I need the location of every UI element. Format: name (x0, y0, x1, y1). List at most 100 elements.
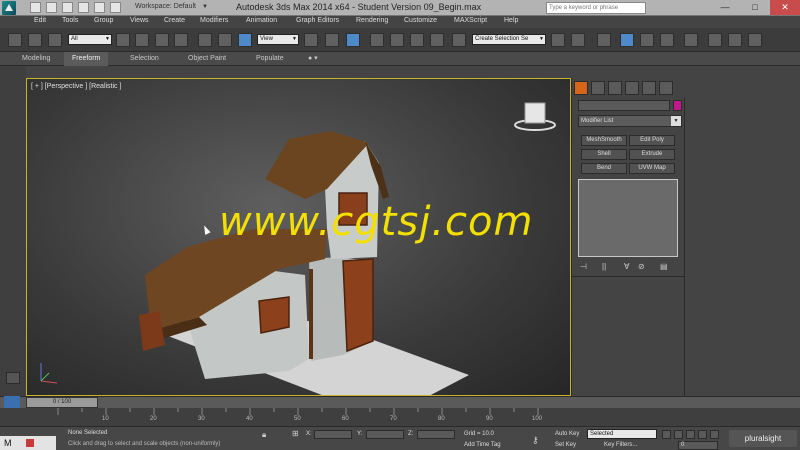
select-object-icon[interactable] (116, 33, 130, 47)
tab-freeform[interactable]: Freeform (64, 52, 109, 66)
rotate-icon[interactable] (218, 33, 232, 47)
y-coordinate-field[interactable] (366, 430, 404, 439)
create-tab-icon[interactable] (574, 81, 588, 95)
menu-maxscript[interactable]: MAXScript (454, 17, 487, 24)
edit-poly-button[interactable]: Edit Poly (629, 135, 675, 146)
current-frame-field[interactable]: 0 (678, 441, 718, 450)
go-to-end-icon[interactable] (710, 430, 719, 439)
redo-icon[interactable] (94, 2, 105, 13)
reference-coordinate-dropdown[interactable]: View ▼ (257, 34, 299, 45)
layer-manager-icon[interactable] (597, 33, 611, 47)
angle-snap-icon[interactable] (390, 33, 404, 47)
go-to-start-icon[interactable] (662, 430, 671, 439)
maximize-button[interactable]: □ (740, 0, 770, 15)
key-icon[interactable]: ⚷ (532, 435, 539, 446)
previous-frame-icon[interactable] (674, 430, 683, 439)
x-coordinate-field[interactable] (314, 430, 352, 439)
track-bar[interactable]: 10 20 30 40 50 60 70 80 90 100 (0, 408, 800, 426)
object-color-swatch[interactable] (673, 100, 682, 111)
menu-graph-editors[interactable]: Graph Editors (296, 17, 339, 24)
snaps-toggle-icon[interactable] (370, 33, 384, 47)
time-slider[interactable]: 0 / 100 (0, 396, 800, 408)
key-mode-dropdown[interactable]: Selected (587, 429, 657, 439)
3dsmax-logo-icon[interactable] (2, 1, 16, 15)
ribbon-options-icon[interactable]: ● ▾ (300, 52, 326, 66)
pin-stack-icon[interactable]: ⊣ (580, 262, 587, 271)
select-by-name-icon[interactable] (135, 33, 149, 47)
set-key-button[interactable]: Set Key (555, 442, 576, 448)
undo-icon[interactable] (78, 2, 89, 13)
project-folder-icon[interactable] (110, 2, 121, 13)
open-file-icon[interactable] (46, 2, 57, 13)
search-input[interactable]: Type a keyword or phrase (546, 2, 646, 14)
play-icon[interactable] (686, 430, 695, 439)
viewcube-icon[interactable] (513, 97, 563, 137)
menu-group[interactable]: Group (94, 17, 113, 24)
undo-tool-icon[interactable] (8, 33, 22, 47)
motion-tab-icon[interactable] (625, 81, 639, 95)
add-time-tag-button[interactable]: Add Time Tag (464, 442, 501, 448)
curve-editor-icon[interactable] (640, 33, 654, 47)
pivot-center-icon[interactable] (304, 33, 318, 47)
link-icon[interactable] (28, 33, 42, 47)
render-production-icon[interactable] (748, 33, 762, 47)
mirror-icon[interactable] (551, 33, 565, 47)
schematic-view-icon[interactable] (660, 33, 674, 47)
menu-animation[interactable]: Animation (246, 17, 277, 24)
bend-button[interactable]: Bend (581, 163, 627, 174)
configure-sets-icon[interactable]: ▤ (660, 262, 668, 271)
align-icon[interactable] (571, 33, 585, 47)
menu-edit[interactable]: Edit (34, 17, 46, 24)
move-icon[interactable] (198, 33, 212, 47)
absolute-mode-icon[interactable]: ⊞ (292, 429, 299, 438)
expand-panel-icon[interactable] (6, 372, 20, 384)
display-tab-icon[interactable] (642, 81, 656, 95)
menu-customize[interactable]: Customize (404, 17, 437, 24)
minimize-button[interactable]: — (710, 0, 740, 15)
next-frame-icon[interactable] (698, 430, 707, 439)
lock-selection-icon[interactable]: 🔒︎ (262, 430, 266, 440)
spinner-snap-icon[interactable] (430, 33, 444, 47)
menu-modifiers[interactable]: Modifiers (200, 17, 228, 24)
z-coordinate-field[interactable] (417, 430, 455, 439)
selection-filter-dropdown[interactable]: All ▼ (68, 34, 112, 45)
keyboard-shortcut-override-icon[interactable] (346, 33, 360, 47)
percent-snap-icon[interactable] (410, 33, 424, 47)
rendered-frame-window-icon[interactable] (728, 33, 742, 47)
tab-selection[interactable]: Selection (122, 52, 167, 66)
show-end-result-icon[interactable]: || (602, 262, 606, 271)
extrude-button[interactable]: Extrude (629, 149, 675, 160)
make-unique-icon[interactable]: ∀ (624, 262, 629, 271)
shell-button[interactable]: Shell (581, 149, 627, 160)
hierarchy-tab-icon[interactable] (608, 81, 622, 95)
modify-tab-icon[interactable] (591, 81, 605, 95)
meshsmooth-button[interactable]: MeshSmooth (581, 135, 627, 146)
new-file-icon[interactable] (30, 2, 41, 13)
object-name-field[interactable] (578, 100, 670, 111)
tab-object-paint[interactable]: Object Paint (180, 52, 234, 66)
menu-create[interactable]: Create (164, 17, 185, 24)
maxscript-listener[interactable]: M (0, 436, 56, 450)
named-selection-dropdown[interactable]: Create Selection Se ▼ (472, 34, 546, 45)
utilities-tab-icon[interactable] (659, 81, 673, 95)
graphite-tools-icon[interactable] (620, 33, 634, 47)
tab-modeling[interactable]: Modeling (14, 52, 58, 66)
material-editor-icon[interactable] (684, 33, 698, 47)
menu-views[interactable]: Views (130, 17, 149, 24)
save-file-icon[interactable] (62, 2, 73, 13)
tab-populate[interactable]: Populate (248, 52, 292, 66)
modifier-list-dropdown[interactable]: Modifier List ▼ (578, 115, 682, 127)
menu-rendering[interactable]: Rendering (356, 17, 388, 24)
close-button[interactable]: ✕ (770, 0, 800, 15)
menu-tools[interactable]: Tools (62, 17, 78, 24)
scale-icon[interactable] (238, 33, 252, 47)
remove-modifier-icon[interactable]: ⊘ (638, 262, 645, 271)
menu-help[interactable]: Help (504, 17, 518, 24)
edit-named-selection-icon[interactable] (452, 33, 466, 47)
uvw-map-button[interactable]: UVW Map (629, 163, 675, 174)
window-crossing-icon[interactable] (174, 33, 188, 47)
auto-key-button[interactable]: Auto Key (555, 431, 579, 437)
time-slider-thumb[interactable]: 0 / 100 (26, 397, 98, 408)
render-setup-icon[interactable] (708, 33, 722, 47)
modifier-stack[interactable] (578, 179, 678, 257)
